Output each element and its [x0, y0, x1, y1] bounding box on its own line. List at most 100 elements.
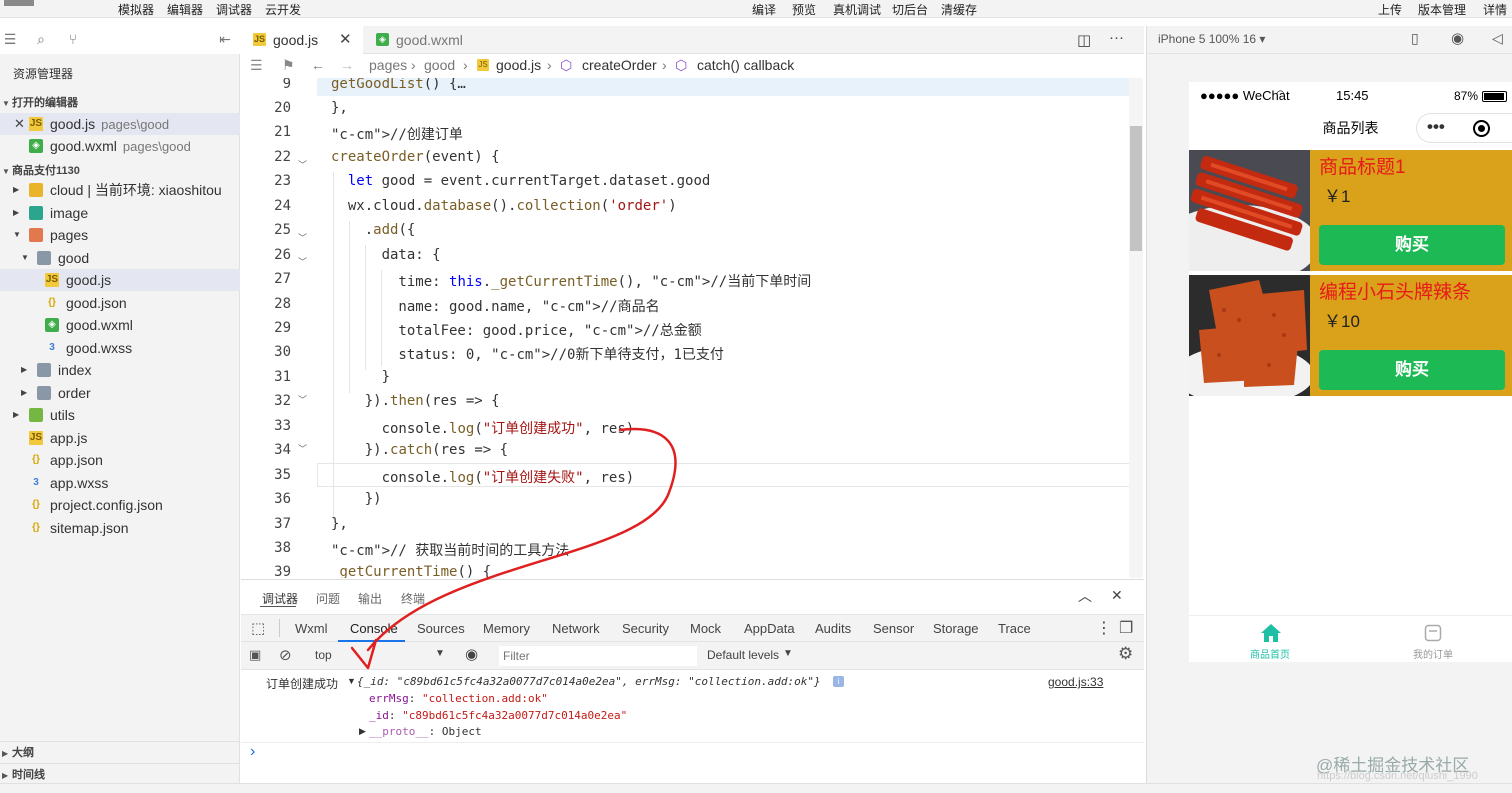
tab-good-js[interactable]: JS good.js ✕ [241, 26, 363, 54]
collapse-panel-icon[interactable]: ⇤ [217, 31, 233, 47]
close-icon[interactable]: ✕ [339, 26, 352, 54]
fold-chevron-icon[interactable]: ﹀ [298, 442, 307, 455]
search-icon[interactable]: ⌕ [33, 31, 49, 47]
tree-item-image[interactable]: ▶ image [0, 202, 240, 224]
devtab-trace[interactable]: Trace [998, 621, 1031, 636]
tree-item-pages[interactable]: ▼ pages [0, 224, 240, 246]
close-miniprogram-icon[interactable] [1473, 120, 1490, 137]
buy-button[interactable]: 购买 [1319, 350, 1505, 390]
console-prompt[interactable]: › [250, 743, 255, 761]
devtab-security[interactable]: Security [622, 621, 669, 636]
device-select[interactable]: iPhone 5 100% 16 ▾ [1158, 32, 1265, 46]
bookmark-icon[interactable]: ⚑ [282, 57, 295, 74]
tab-problems[interactable]: 问题 [316, 590, 340, 607]
menu-compile[interactable]: 编译 [752, 1, 776, 18]
breadcrumb-method[interactable]: createOrder [582, 57, 657, 73]
maximize-panel-icon[interactable]: ︿ [1078, 586, 1092, 606]
tree-item-good-json[interactable]: {} good.json [0, 292, 240, 314]
tree-item-cloud[interactable]: ▶ cloud | 当前环境: xiaoshitou [0, 179, 240, 201]
menu-cloud[interactable]: 云开发 [265, 1, 301, 18]
breadcrumb-file[interactable]: good.js [496, 57, 541, 73]
close-panel-icon[interactable]: ✕ [1111, 587, 1123, 604]
tree-item-good-js[interactable]: JS good.js [0, 269, 240, 291]
menu-clear-cache[interactable]: 清缓存 [941, 1, 977, 18]
menu-device-debug[interactable]: 真机调试 [833, 1, 881, 18]
devtab-network[interactable]: Network [552, 621, 600, 636]
phone-icon[interactable]: ▯ [1411, 30, 1419, 47]
fold-chevron-icon[interactable]: ﹀ [298, 158, 307, 171]
devtab-storage[interactable]: Storage [933, 621, 979, 636]
tree-item-index[interactable]: ▶ index [0, 359, 240, 381]
volume-icon[interactable]: ◁ [1492, 30, 1503, 47]
expand-triangle-icon[interactable]: ▼ [347, 676, 356, 686]
tab-output[interactable]: 输出 [358, 590, 382, 607]
list-icon[interactable]: ☰ [250, 57, 263, 74]
scrollbar-thumb[interactable] [1130, 126, 1142, 251]
back-arrow-icon[interactable]: ← [311, 57, 325, 73]
record-icon[interactable]: ◉ [1451, 29, 1464, 47]
tree-item-good-wxss[interactable]: 3 good.wxss [0, 337, 240, 359]
devtab-sources[interactable]: Sources [417, 621, 465, 636]
gear-icon[interactable]: ⚙ [1118, 644, 1133, 664]
tree-item-sitemap[interactable]: {} sitemap.json [0, 517, 240, 539]
open-editors-header[interactable]: ▼ 打开的编辑器 [0, 94, 240, 112]
code-editor[interactable]: 9 20 21 22 23 24 25 26 27 28 29 30 31 32 33 34 35 36 37 38 3… [241, 78, 1144, 578]
tree-item-utils[interactable]: ▶ utils [0, 404, 240, 426]
tabbar-item-home[interactable]: 商品首页 [1220, 616, 1320, 663]
log-object-summary[interactable]: {_id: "c89bd61c5fc4a32a0077d7c014a0e2ea"… [357, 675, 821, 688]
inspect-element-icon[interactable]: ⬚ [251, 619, 265, 637]
menu-debugger[interactable]: 调试器 [216, 1, 252, 18]
devtab-wxml[interactable]: Wxml [295, 621, 328, 636]
fold-chevron-icon[interactable]: ﹀ [298, 255, 307, 268]
breadcrumb-good[interactable]: good [424, 57, 455, 73]
outline-header[interactable]: ▶ 大纲 [0, 741, 240, 759]
sidebar-toggle-icon[interactable]: ▣ [249, 647, 261, 663]
tree-item-app-wxss[interactable]: 3 app.wxss [0, 472, 240, 494]
open-editor-good-wxml[interactable]: ◈ good.wxml pages\good [0, 135, 240, 157]
tab-terminal[interactable]: 终端 [401, 590, 425, 607]
menu-background[interactable]: 切后台 [892, 1, 928, 18]
tree-item-app-json[interactable]: {} app.json [0, 449, 240, 471]
breadcrumb-callback[interactable]: catch() callback [697, 57, 794, 73]
eye-icon[interactable]: ◉ [465, 645, 478, 663]
prop-proto[interactable]: __proto__: Object [369, 725, 482, 738]
buy-button[interactable]: 购买 [1319, 225, 1505, 265]
log-levels-select[interactable]: Default levels [707, 648, 779, 662]
dock-icon[interactable]: ❐ [1119, 618, 1133, 638]
menu-editor[interactable]: 编辑器 [167, 1, 203, 18]
log-source-link[interactable]: good.js:33 [1048, 675, 1103, 689]
close-icon[interactable]: ✕ [14, 113, 25, 135]
tree-item-project-config[interactable]: {} project.config.json [0, 494, 240, 516]
devtab-console[interactable]: Console [350, 621, 398, 636]
tree-item-good[interactable]: ▼ good [0, 247, 240, 269]
menu-preview[interactable]: 预览 [792, 1, 816, 18]
list-icon[interactable]: ☰ [2, 31, 18, 47]
open-editor-good-js[interactable]: ✕ JS good.js pages\good [0, 113, 240, 135]
tree-item-good-wxml[interactable]: ◈ good.wxml [0, 314, 240, 336]
context-select[interactable]: top [315, 648, 332, 662]
devtab-memory[interactable]: Memory [483, 621, 530, 636]
branch-icon[interactable]: ⑂ [65, 31, 81, 47]
menu-simulator[interactable]: 模拟器 [118, 1, 154, 18]
forward-arrow-icon[interactable]: → [340, 57, 354, 73]
capsule-menu[interactable]: ••• [1416, 113, 1512, 143]
expand-triangle-icon[interactable]: ▶ [359, 726, 366, 737]
project-header[interactable]: ▼ 商品支付1130 [0, 162, 240, 180]
fold-chevron-icon[interactable]: ﹀ [298, 231, 307, 244]
devtab-appdata[interactable]: AppData [744, 621, 795, 636]
editor-scrollbar[interactable] [1129, 78, 1143, 578]
devtab-sensor[interactable]: Sensor [873, 621, 914, 636]
tabbar-item-orders[interactable]: 我的订单 [1383, 616, 1483, 663]
menu-version[interactable]: 版本管理 [1418, 1, 1466, 18]
console-filter-input[interactable] [499, 646, 697, 666]
breadcrumb-pages[interactable]: pages [369, 57, 407, 73]
more-icon[interactable]: ··· [1109, 29, 1124, 46]
devtab-audits[interactable]: Audits [815, 621, 851, 636]
kebab-menu-icon[interactable]: ⋮ [1096, 618, 1112, 638]
devtab-mock[interactable]: Mock [690, 621, 721, 636]
tab-good-wxml[interactable]: ◈ good.wxml [364, 26, 494, 54]
timeline-header[interactable]: ▶ 时间线 [0, 763, 240, 781]
split-editor-icon[interactable]: ◫ [1077, 31, 1091, 49]
more-icon[interactable]: ••• [1427, 117, 1445, 137]
tab-debugger[interactable]: 调试器 [262, 590, 298, 607]
